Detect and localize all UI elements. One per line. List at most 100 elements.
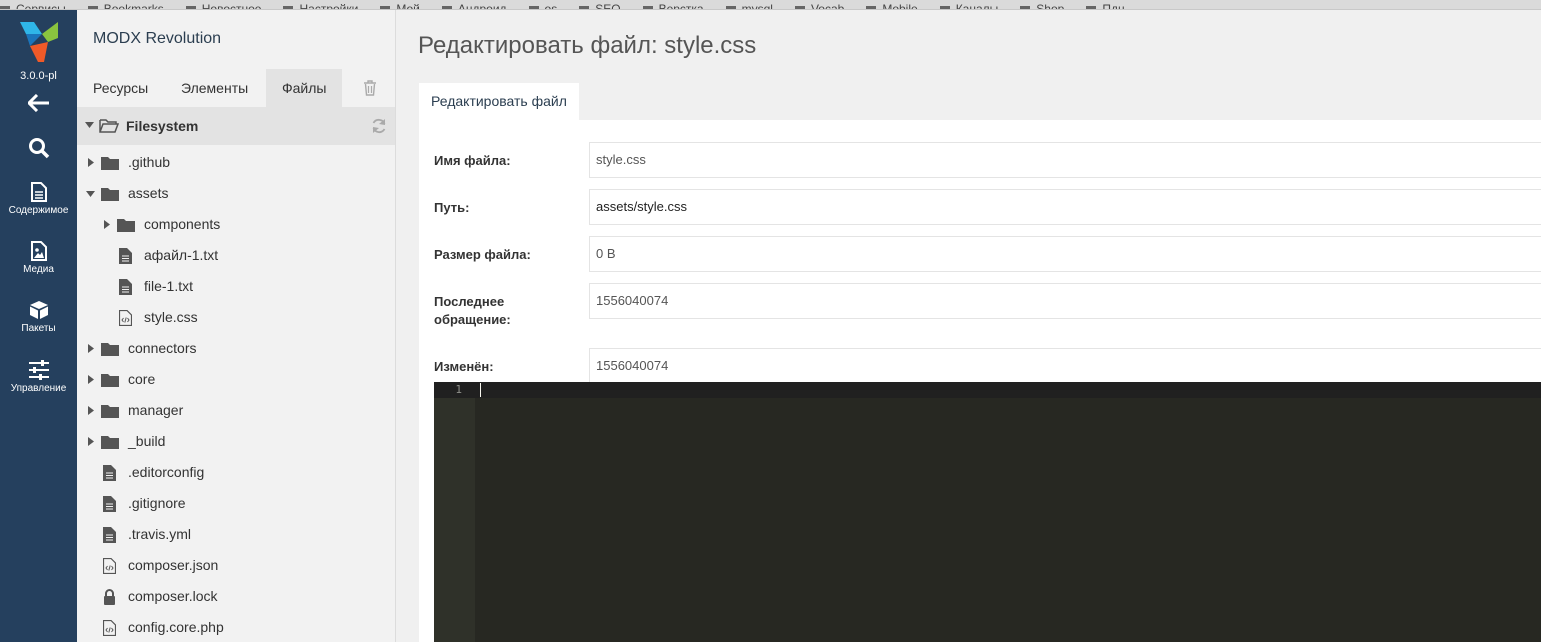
folder-icon (101, 188, 119, 201)
tree-node-label: manager (128, 402, 184, 418)
document-icon (30, 182, 47, 202)
filesystem-root[interactable]: Filesystem (77, 107, 395, 145)
folder-open-icon (99, 119, 119, 133)
back-button[interactable] (0, 94, 77, 112)
tree-folder[interactable]: .github (77, 147, 395, 178)
path-label: Путь: (434, 200, 470, 215)
bookmark-item[interactable]: Vocab (795, 3, 844, 9)
bookmark-item[interactable]: Сервисы (0, 3, 66, 9)
filesize-label: Размер файла: (434, 247, 531, 262)
tree-file[interactable]: file-1.txt (77, 271, 395, 302)
code-editor[interactable]: 1 (434, 382, 1541, 642)
bookmark-item[interactable]: Мой (380, 3, 420, 9)
arrow-left-icon (27, 94, 49, 112)
tree-node-label: connectors (128, 340, 197, 356)
bookmark-item[interactable]: Верстка (643, 3, 704, 9)
tree-folder[interactable]: connectors (77, 333, 395, 364)
bookmark-item[interactable]: mysql (726, 3, 773, 9)
bookmark-item[interactable]: SEO (579, 3, 620, 9)
tree-file[interactable]: config.core.php (77, 612, 395, 643)
file-icon (119, 248, 132, 264)
tree-node-label: file-1.txt (144, 278, 194, 294)
tree-node-label: .github (128, 154, 171, 170)
bookmark-item[interactable]: Пдн (1086, 3, 1124, 9)
bookmark-item[interactable]: Каналы (940, 3, 999, 9)
version-label: 3.0.0-pl (20, 70, 57, 82)
bookmark-item[interactable]: Mobile (866, 3, 917, 9)
caret-right-icon[interactable] (88, 437, 94, 446)
folder-icon (101, 374, 119, 387)
tree-file[interactable]: composer.lock (77, 581, 395, 612)
caret-right-icon[interactable] (88, 344, 94, 353)
path-input[interactable]: assets/style.css (589, 189, 1541, 225)
image-file-icon (30, 241, 47, 261)
nav-packages[interactable]: Пакеты (0, 300, 77, 334)
tree-node-label: composer.json (128, 557, 219, 573)
modx-logo-icon[interactable] (16, 22, 58, 62)
nav-manage-label: Управление (10, 383, 67, 394)
tree-file[interactable]: composer.json (77, 550, 395, 581)
nav-media[interactable]: Медиа (0, 241, 77, 275)
refresh-icon[interactable] (371, 118, 387, 134)
tree-node-label: assets (128, 185, 169, 201)
bookmark-item[interactable]: Андроид (442, 3, 507, 9)
nav-manage[interactable]: Управление (0, 360, 77, 394)
trash-icon[interactable] (363, 80, 377, 96)
bookmark-item[interactable]: Настройки (283, 3, 358, 9)
file-icon (103, 465, 116, 481)
folder-icon (101, 343, 119, 356)
folder-icon (101, 436, 119, 449)
bookmark-item[interactable]: os (529, 3, 558, 9)
caret-right-icon[interactable] (88, 406, 94, 415)
bookmark-item[interactable]: Bookmarks (88, 3, 164, 9)
sliders-icon (28, 360, 49, 380)
code-file-icon (103, 558, 116, 574)
nav-content[interactable]: Содержимое (0, 182, 77, 216)
tree-folder[interactable]: _build (77, 426, 395, 457)
filesize-value: 0 B (589, 236, 1541, 272)
tree-node-label: config.core.php (128, 619, 224, 635)
folder-icon (101, 157, 119, 170)
tree-folder[interactable]: components (77, 209, 395, 240)
code-file-icon (119, 310, 132, 326)
bookmark-item[interactable]: Новостное (186, 3, 262, 9)
tree-node-label: .travis.yml (128, 526, 191, 542)
tree-file[interactable]: .editorconfig (77, 457, 395, 488)
tab-elements[interactable]: Элементы (165, 69, 264, 107)
tree-panel: MODX Revolution Ресурсы Элементы Файлы F… (77, 10, 396, 642)
filename-value: style.css (589, 142, 1541, 178)
tree-file[interactable]: афайл-1.txt (77, 240, 395, 271)
file-icon (103, 496, 116, 512)
caret-down-icon[interactable] (86, 191, 95, 197)
caret-down-icon[interactable] (85, 122, 94, 128)
file-icon (103, 527, 116, 543)
caret-right-icon[interactable] (88, 158, 94, 167)
filesystem-label: Filesystem (126, 118, 199, 134)
caret-right-icon[interactable] (104, 220, 110, 229)
tree-file[interactable]: style.css (77, 302, 395, 333)
tab-files[interactable]: Файлы (266, 69, 343, 107)
tree-node-label: core (128, 371, 156, 387)
box-icon (29, 301, 48, 319)
search-icon (28, 138, 49, 159)
caret-right-icon[interactable] (88, 375, 94, 384)
code-file-icon (103, 620, 116, 636)
tree-node-label: _build (128, 433, 166, 449)
tree-file[interactable]: .travis.yml (77, 519, 395, 550)
bookmarks-bar: Сервисы Bookmarks Новостное Настройки Мой Анд… (0, 0, 1541, 10)
bookmark-item[interactable]: Shop (1020, 3, 1064, 9)
filename-label: Имя файла: (434, 153, 511, 168)
tree-node-label: components (144, 216, 221, 232)
edit-file-form: Имя файла: style.css Путь: assets/style.… (419, 120, 1541, 642)
tree-folder[interactable]: assets (77, 178, 395, 209)
tree-file[interactable]: .gitignore (77, 488, 395, 519)
search-button[interactable] (0, 137, 77, 159)
tab-resources[interactable]: Ресурсы (77, 69, 164, 107)
tree-folder[interactable]: manager (77, 395, 395, 426)
nav-packages-label: Пакеты (21, 323, 56, 334)
site-name[interactable]: MODX Revolution (93, 30, 221, 48)
tree-folder[interactable]: core (77, 364, 395, 395)
text-cursor (480, 383, 481, 397)
tab-edit-file[interactable]: Редактировать файл (419, 83, 579, 120)
tree-tabs: Ресурсы Элементы Файлы (77, 69, 395, 107)
